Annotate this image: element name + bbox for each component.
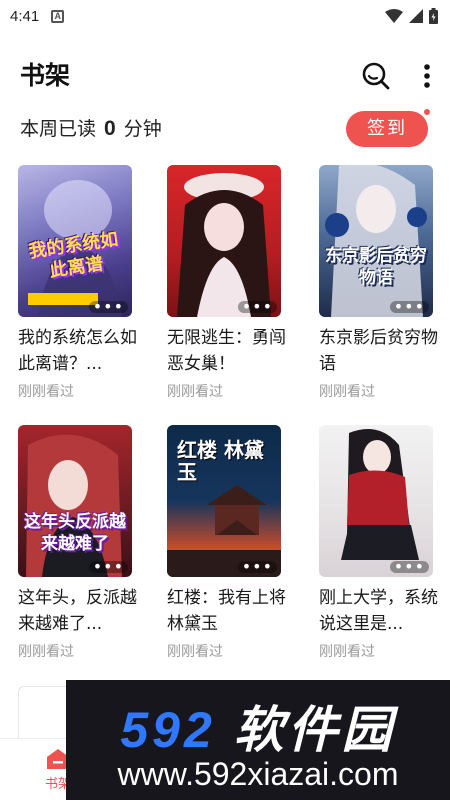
book-read-status: 刚刚看过 <box>167 644 223 660</box>
more-vertical-icon <box>424 64 430 88</box>
weekly-reading-stat: 本周已读 0 分钟 <box>20 114 162 141</box>
book-title[interactable]: 红楼：我有上将林黛玉 <box>167 585 295 637</box>
wifi-icon <box>385 9 403 23</box>
book-cover[interactable]: 红楼 林黛玉 ••• <box>167 425 281 577</box>
cover-title-text: 东京影后贫穷物语 <box>325 246 427 288</box>
signin-badge-dot <box>423 108 431 116</box>
cover-title-text: 红楼 林黛玉 <box>177 438 264 484</box>
book-cover[interactable]: 我的系统如此离谱 ••• <box>18 165 132 317</box>
watermark-url: www.592xiazai.com <box>117 756 399 792</box>
status-time: 4:41 <box>10 7 40 25</box>
weekly-prefix: 本周已读 <box>20 118 97 140</box>
cover-art <box>177 173 271 317</box>
book-title[interactable]: 我的系统怎么如此离谱？... <box>18 325 146 377</box>
book-read-status: 刚刚看过 <box>319 644 375 660</box>
weekly-suffix: 分钟 <box>123 118 162 140</box>
book-cover[interactable]: 东京影后贫穷物语 ••• <box>319 165 433 317</box>
notification-icon: A <box>51 9 65 23</box>
watermark-brand-text: 软件园 <box>233 702 396 758</box>
book-title[interactable]: 刚上大学，系统说这里是... <box>319 585 447 637</box>
book-read-status: 刚刚看过 <box>167 384 223 400</box>
book-title[interactable]: 东京影后贫穷物语 <box>319 325 447 377</box>
book-read-status: 刚刚看过 <box>319 384 375 400</box>
book-card[interactable]: ••• 无限逃生：勇闯恶女巢！ 刚刚看过 <box>167 165 286 401</box>
cover-title-text: 这年头反派越来越难了 <box>24 512 126 554</box>
book-options-icon[interactable]: ••• <box>88 299 128 315</box>
book-options-icon[interactable]: ••• <box>237 299 277 315</box>
status-bar: 4:41 A <box>0 0 450 32</box>
search-button[interactable] <box>360 60 392 92</box>
book-card[interactable]: 东京影后贫穷物语 ••• 东京影后贫穷物语 刚刚看过 <box>319 165 438 401</box>
book-title[interactable]: 这年头，反派越来越难了... <box>18 585 146 637</box>
book-card[interactable]: 这年头反派越来越难了 ••• 这年头，反派越来越难了... 刚刚看过 <box>18 425 137 661</box>
book-options-icon[interactable]: ••• <box>389 299 429 315</box>
search-icon <box>362 62 390 90</box>
signin-button[interactable]: 签到 <box>346 111 428 147</box>
book-cover[interactable]: 这年头反派越来越难了 ••• <box>18 425 132 577</box>
book-card[interactable]: 红楼 林黛玉 ••• 红楼：我有上将林黛玉 刚刚看过 <box>167 425 286 661</box>
book-title[interactable]: 无限逃生：勇闯恶女巢！ <box>167 325 295 377</box>
more-menu-button[interactable] <box>416 60 438 92</box>
battery-icon <box>429 8 438 24</box>
weekly-minutes: 0 <box>104 117 116 140</box>
book-options-icon[interactable]: ••• <box>237 559 277 575</box>
cover-art <box>341 429 419 560</box>
book-card[interactable]: ••• 刚上大学，系统说这里是... 刚刚看过 <box>319 425 438 661</box>
book-cover[interactable]: ••• <box>319 425 433 577</box>
signal-icon <box>409 9 423 23</box>
book-options-icon[interactable]: ••• <box>389 559 429 575</box>
book-read-status: 刚刚看过 <box>18 644 74 660</box>
watermark-banner: 592 软件园 www.592xiazai.com <box>66 680 450 800</box>
book-card[interactable]: 我的系统如此离谱 ••• 我的系统怎么如此离谱？... 刚刚看过 <box>18 165 137 401</box>
book-read-status: 刚刚看过 <box>18 384 74 400</box>
cover-art <box>325 165 427 317</box>
watermark-brand: 592 软件园 <box>66 690 450 762</box>
page-title: 书架 <box>20 61 71 90</box>
watermark-brand-number: 592 <box>120 702 216 758</box>
book-cover[interactable]: ••• <box>167 165 281 317</box>
book-options-icon[interactable]: ••• <box>88 559 128 575</box>
